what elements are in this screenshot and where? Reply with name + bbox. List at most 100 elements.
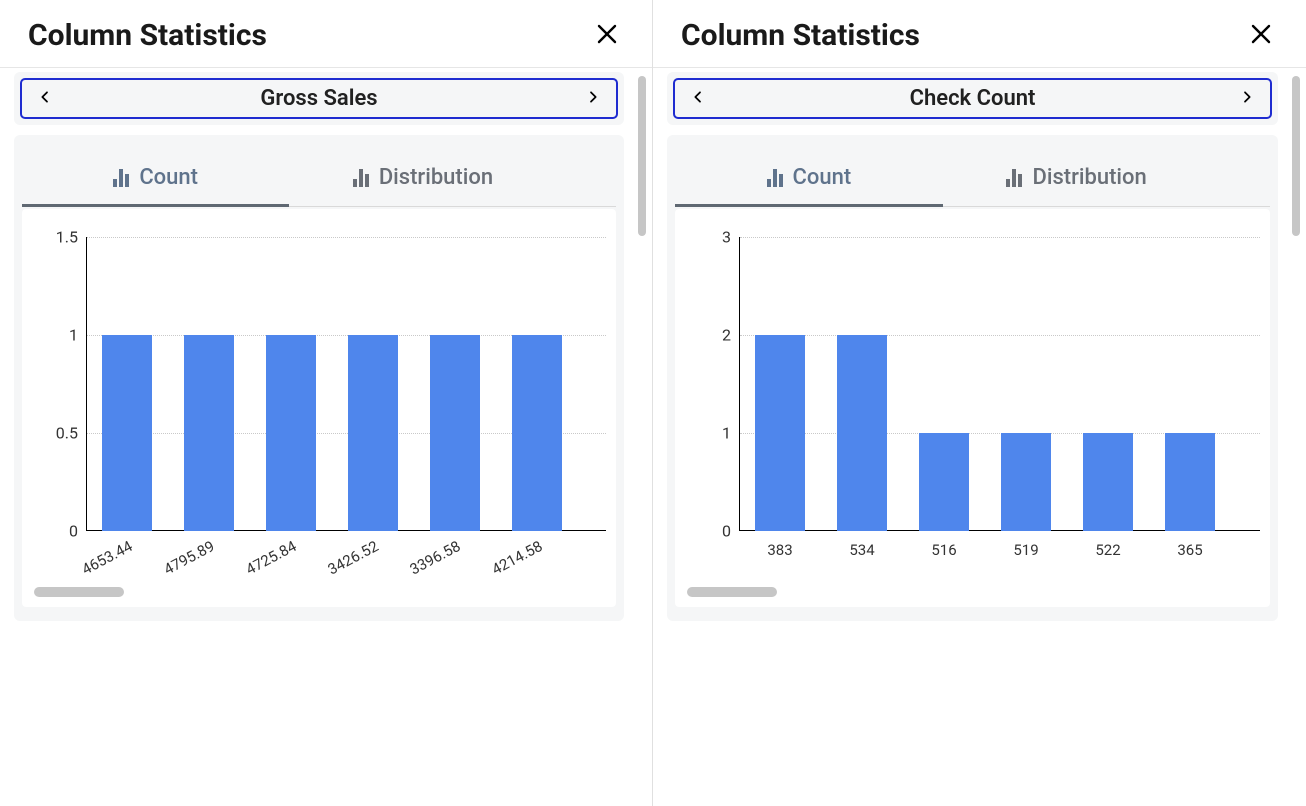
stats-panel-left: Column Statistics [0, 0, 653, 806]
count-chart: 0123383534516519522365 [679, 237, 1266, 577]
bar[interactable] [430, 335, 480, 531]
column-nav-inner: Gross Sales [22, 80, 616, 117]
x-label-slot: 4795.89 [168, 531, 250, 577]
x-tick-label: 4725.84 [243, 537, 300, 579]
y-tick-label: 0 [26, 522, 78, 541]
bar-chart-icon [767, 169, 783, 187]
chart-horizontal-scrollbar[interactable] [679, 587, 1266, 599]
chevron-right-icon [1239, 89, 1255, 108]
bar-slot [332, 335, 414, 531]
x-tick-label: 365 [1177, 541, 1202, 559]
bar[interactable] [266, 335, 316, 531]
tab-count[interactable]: Count [22, 147, 289, 206]
bar-slot [496, 335, 578, 531]
panel-title: Column Statistics [28, 18, 267, 53]
panel-header: Column Statistics [653, 0, 1306, 68]
bar[interactable] [755, 335, 805, 531]
scrollbar-thumb[interactable] [687, 587, 777, 597]
x-label-slot: 522 [1067, 531, 1149, 577]
bar[interactable] [1165, 433, 1215, 531]
scrollbar-thumb[interactable] [1292, 76, 1300, 236]
tab-label: Distribution [379, 165, 493, 190]
y-tick-label: 3 [679, 228, 731, 247]
chart-area: 00.511.54653.444795.894725.843426.523396… [22, 209, 616, 607]
bar[interactable] [837, 335, 887, 531]
bar[interactable] [919, 433, 969, 531]
panel-vertical-scrollbar[interactable] [638, 68, 652, 806]
chevron-left-icon [37, 89, 53, 108]
stats-panel-right: Column Statistics [653, 0, 1306, 806]
x-label-slot: 383 [739, 531, 821, 577]
x-label-slot: 4653.44 [86, 531, 168, 577]
bar[interactable] [1083, 433, 1133, 531]
next-column-button[interactable] [1236, 88, 1258, 110]
column-nav: Gross Sales [14, 72, 624, 125]
chart-tabs: Count Distribution [675, 147, 1270, 207]
column-name: Check Count [910, 86, 1036, 111]
column-nav-inner: Check Count [675, 80, 1270, 117]
panel-vertical-scrollbar[interactable] [1292, 68, 1306, 806]
bar[interactable] [512, 335, 562, 531]
chart-horizontal-scrollbar[interactable] [26, 587, 612, 599]
x-labels: 4653.444795.894725.843426.523396.584214.… [86, 531, 606, 577]
x-label-slot: 3396.58 [414, 531, 496, 577]
bar-slot [86, 335, 168, 531]
bars [739, 237, 1260, 531]
x-tick-label: 4653.44 [79, 537, 136, 579]
chart-card: Count Distribution 00.511.54653.444795.8… [14, 135, 624, 621]
bar-slot [168, 335, 250, 531]
count-chart: 00.511.54653.444795.894725.843426.523396… [26, 237, 612, 577]
bar[interactable] [102, 335, 152, 531]
x-tick-label: 383 [767, 541, 792, 559]
bar-slot [739, 335, 821, 531]
bar-slot [414, 335, 496, 531]
bar[interactable] [184, 335, 234, 531]
chevron-right-icon [585, 89, 601, 108]
tab-distribution[interactable]: Distribution [943, 147, 1211, 206]
next-column-button[interactable] [582, 88, 604, 110]
tab-label: Count [793, 165, 852, 190]
panel-body-wrap: Gross Sales [0, 68, 652, 806]
x-tick-label: 4795.89 [161, 537, 218, 579]
bar-slot [1149, 433, 1231, 531]
scrollbar-thumb[interactable] [638, 76, 646, 236]
bar[interactable] [1001, 433, 1051, 531]
tab-distribution[interactable]: Distribution [289, 147, 556, 206]
close-button[interactable] [590, 19, 624, 53]
chart-tabs: Count Distribution [22, 147, 616, 207]
bar-chart-icon [113, 169, 129, 187]
y-tick-label: 2 [679, 326, 731, 345]
tab-label: Count [139, 165, 198, 190]
app-root: Column Statistics [0, 0, 1306, 806]
panel-title: Column Statistics [681, 18, 920, 53]
bar-slot [821, 335, 903, 531]
panel-header: Column Statistics [0, 0, 652, 68]
chart-area: 0123383534516519522365 [675, 209, 1270, 607]
bar-slot [1067, 433, 1149, 531]
bar-chart-icon [353, 169, 369, 187]
chevron-left-icon [690, 89, 706, 108]
close-icon [595, 22, 619, 49]
tab-count[interactable]: Count [675, 147, 943, 206]
column-nav: Check Count [667, 72, 1278, 125]
x-tick-label: 516 [931, 541, 956, 559]
panel-body-wrap: Check Count [653, 68, 1306, 806]
x-labels: 383534516519522365 [739, 531, 1260, 577]
x-tick-label: 534 [849, 541, 874, 559]
x-tick-label: 3426.52 [325, 537, 382, 579]
bar-chart-icon [1006, 169, 1022, 187]
bar-slot [250, 335, 332, 531]
scrollbar-thumb[interactable] [34, 587, 124, 597]
x-tick-label: 3396.58 [407, 537, 464, 579]
bar-slot [985, 433, 1067, 531]
x-label-slot: 516 [903, 531, 985, 577]
bar[interactable] [348, 335, 398, 531]
y-tick-label: 0 [679, 522, 731, 541]
x-label-slot: 4725.84 [250, 531, 332, 577]
close-icon [1249, 22, 1273, 49]
panel-body: Check Count [653, 68, 1292, 806]
prev-column-button[interactable] [687, 88, 709, 110]
x-tick-label: 522 [1095, 541, 1120, 559]
prev-column-button[interactable] [34, 88, 56, 110]
close-button[interactable] [1244, 19, 1278, 53]
